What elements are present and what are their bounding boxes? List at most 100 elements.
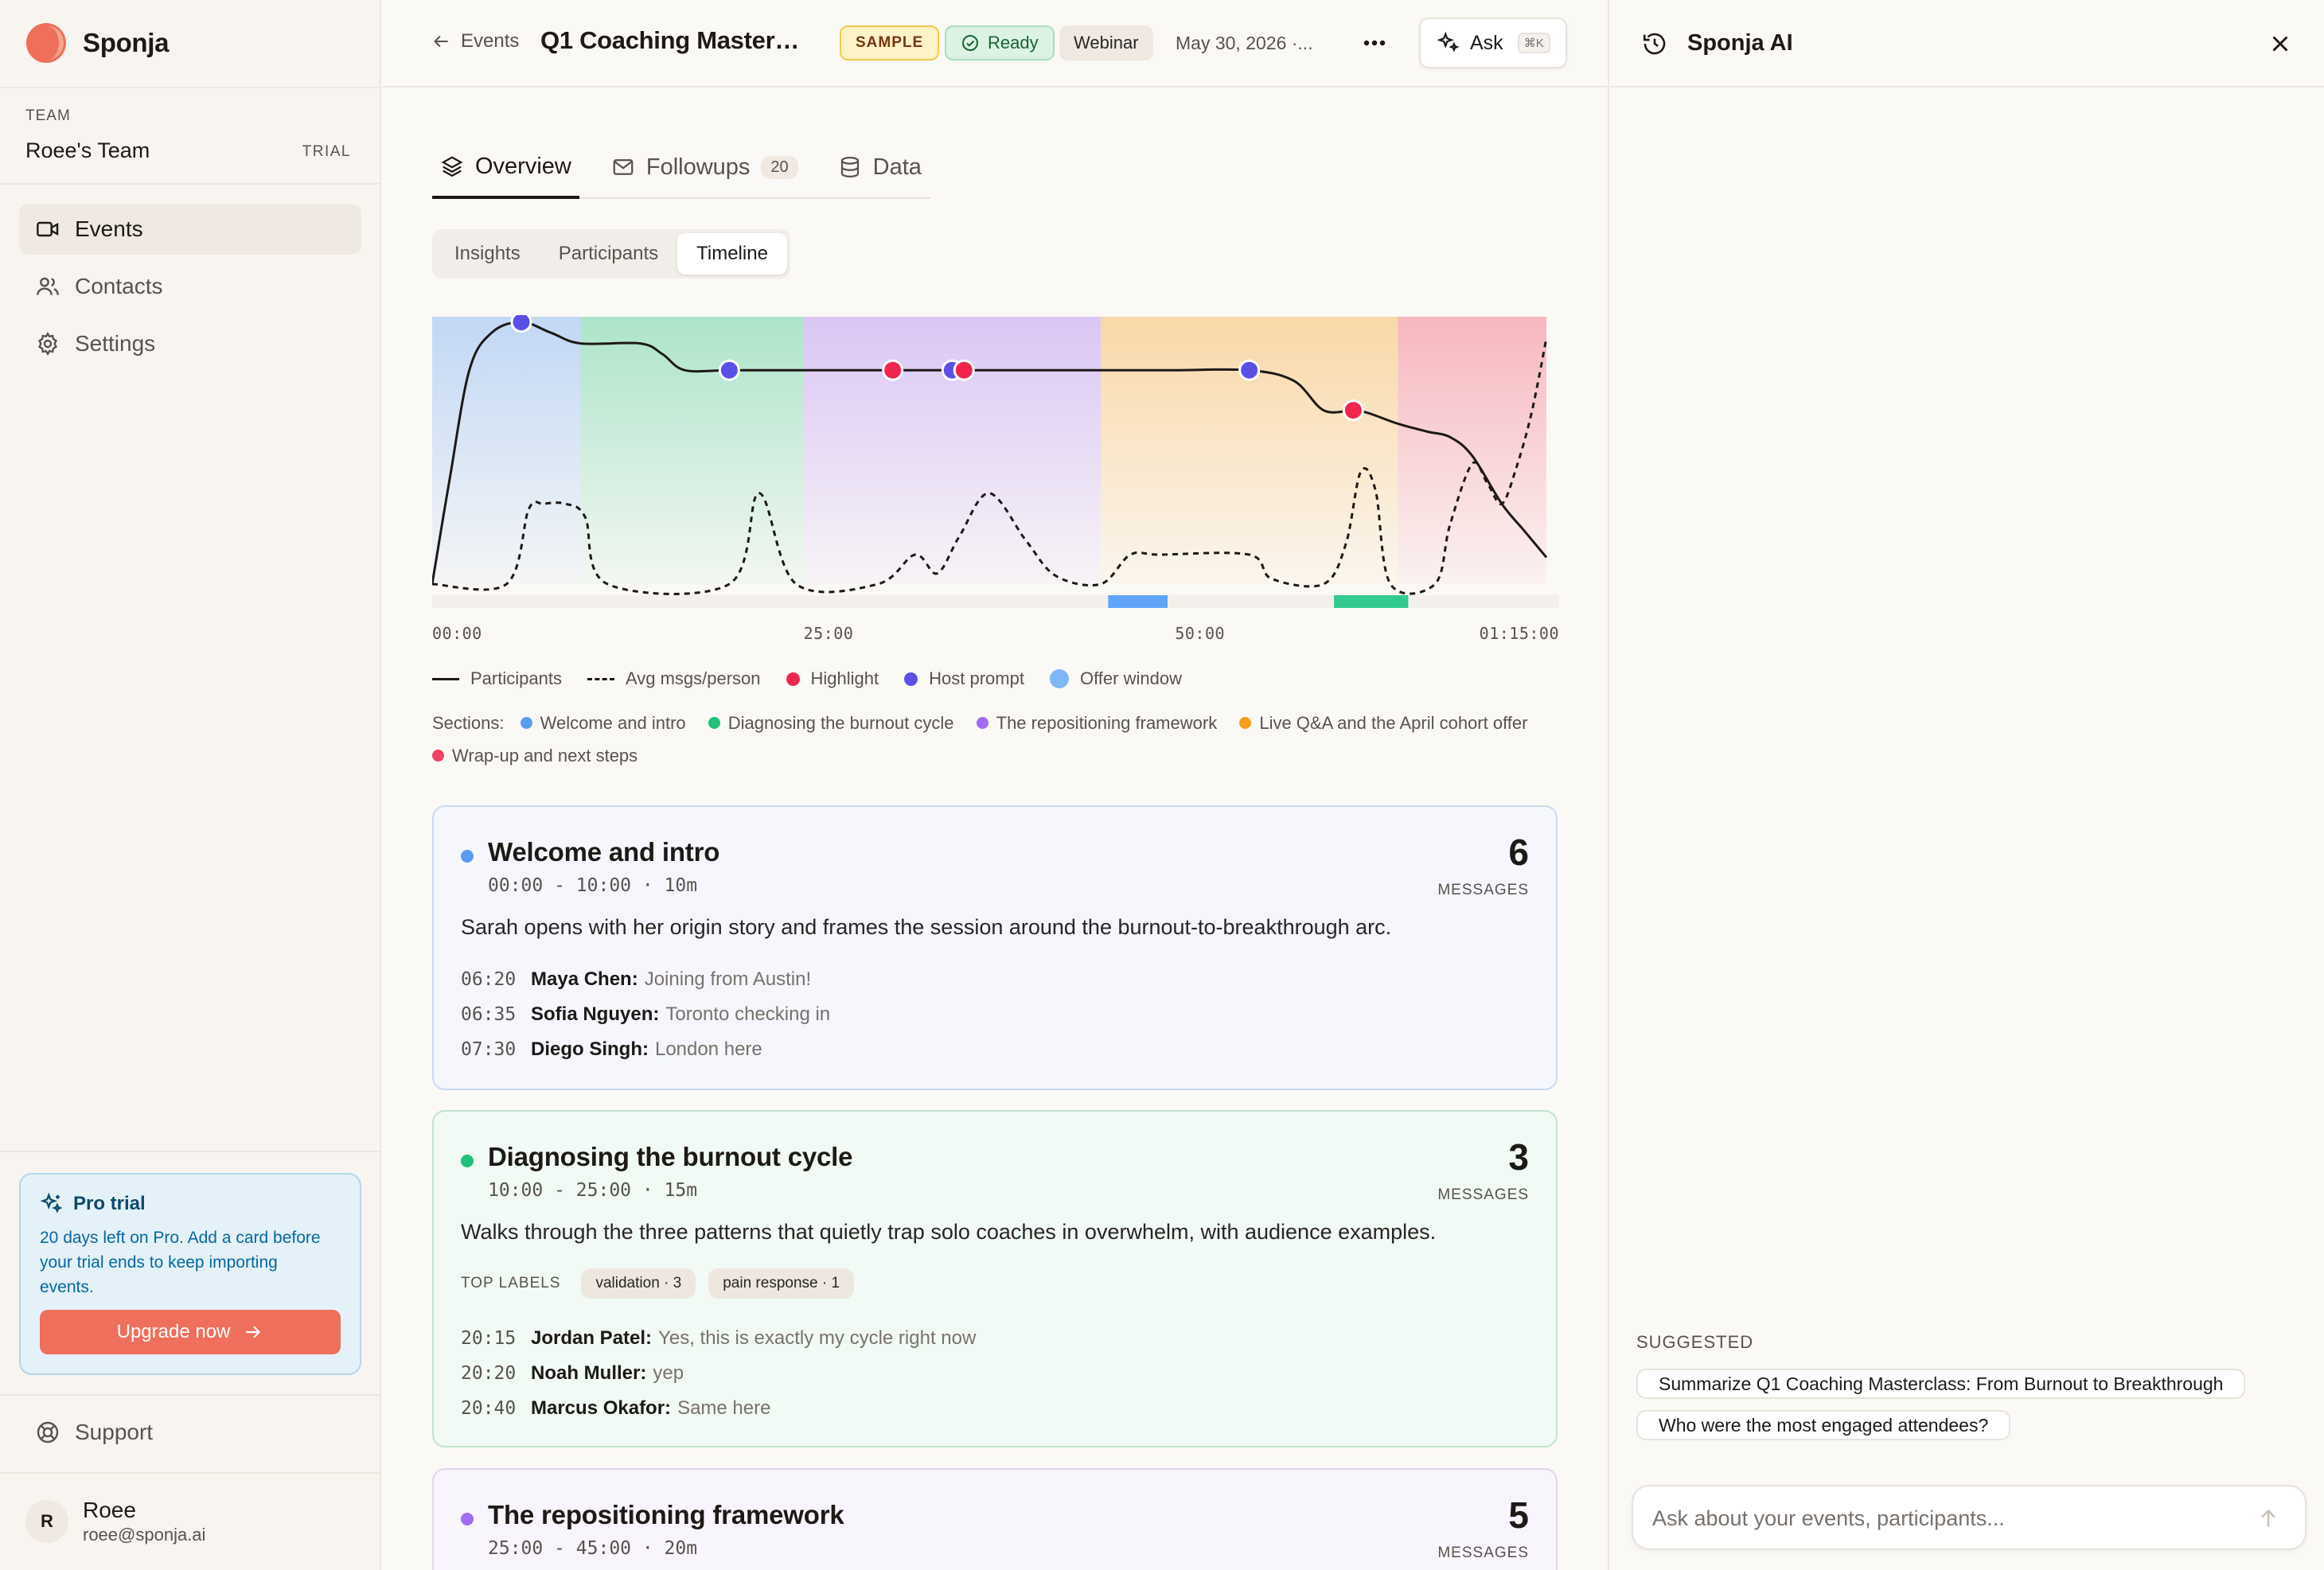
section-card[interactable]: Diagnosing the burnout cycle 10:00 - 25:… [432, 1110, 1558, 1447]
legend-host-prompt: Host prompt [904, 668, 1024, 689]
more-options-icon[interactable] [1359, 29, 1390, 57]
section-message-count: 3 [1508, 1136, 1529, 1178]
section-band [580, 317, 804, 584]
subtab-timeline[interactable]: Timeline [677, 233, 787, 275]
event-header: Events Q1 Coaching Masterclass: From Bur… [383, 0, 1608, 88]
timeline-chart-svg [431, 311, 1559, 608]
arrow-right-icon [246, 1326, 261, 1338]
team-label: TEAM [25, 107, 71, 124]
sidebar-divider [0, 1151, 381, 1152]
top-labels: TOP LABELS validation · 3 pain response … [461, 1268, 1529, 1299]
section-dot [461, 1513, 474, 1525]
chat-message: 06:35 Sofia Nguyen: Toronto checking in [461, 1003, 831, 1025]
sidebar-divider [0, 1472, 381, 1474]
brand[interactable]: Sponja [25, 22, 170, 64]
team-tier: TRIAL [302, 143, 351, 160]
section-legend-item: Wrap-up and next steps [432, 739, 638, 772]
subtab-participants[interactable]: Participants [540, 233, 677, 275]
tab-followups[interactable]: Followups 20 [603, 137, 806, 197]
sidebar-nav: Events Contacts Settings [19, 204, 361, 376]
brand-name: Sponja [83, 28, 170, 57]
section-dot [461, 850, 474, 863]
host-prompt-dot [718, 359, 740, 381]
event-tabs: Overview Followups 20 Data [432, 137, 930, 199]
overview-subtabs: Insights Participants Timeline [432, 229, 790, 279]
status-badge: Ready [945, 25, 1055, 60]
suggestion-chip[interactable]: Summarize Q1 Coaching Masterclass: From … [1636, 1369, 2246, 1399]
ai-panel-header: Sponja AI [1609, 0, 2324, 88]
legend-dot-swatch [904, 672, 918, 686]
pro-trial-card: Pro trial 20 days left on Pro. Add a car… [19, 1173, 361, 1375]
section-legend-item: Live Q&A and the April cohort offer [1239, 707, 1527, 739]
x-tick-label: 01:15:00 [1479, 624, 1559, 643]
section-legend-item: Welcome and intro [520, 707, 686, 739]
sidebar-divider [0, 1394, 381, 1396]
section-description: Sarah opens with her origin story and fr… [461, 915, 1392, 939]
tab-data[interactable]: Data [830, 137, 930, 197]
main-content: Events Q1 Coaching Masterclass: From Bur… [383, 0, 1608, 1570]
section-card[interactable]: The repositioning framework 25:00 - 45:0… [432, 1468, 1558, 1570]
support-link[interactable]: Support [35, 1420, 153, 1445]
section-band [803, 317, 1101, 584]
mail-icon [613, 159, 634, 175]
section-description: Walks through the three patterns that qu… [461, 1220, 1437, 1244]
label-pill[interactable]: validation · 3 [581, 1268, 696, 1299]
user-profile[interactable]: R Roee roee@sponja.ai [25, 1498, 205, 1545]
timeline-chart: 00:00 25:00 50:00 01:15:00 [431, 311, 1562, 643]
team-name[interactable]: Roee's Team [25, 138, 150, 163]
section-dot [520, 717, 532, 729]
sidebar-item-contacts[interactable]: Contacts [19, 261, 361, 312]
close-icon[interactable] [2267, 30, 2294, 57]
sidebar: Sponja TEAM Roee's Team TRIAL Events Con… [0, 0, 381, 1570]
database-icon [840, 157, 859, 178]
sample-badge: SAMPLE [840, 25, 940, 60]
user-email: roee@sponja.ai [83, 1525, 206, 1545]
trial-title: Pro trial [40, 1192, 341, 1216]
back-to-events-link[interactable]: Events [431, 30, 519, 53]
chart-legend: Participants Avg msgs/person Highlight H… [432, 668, 1182, 689]
sections-legend: Sections: Welcome and intro Diagnosing t… [432, 707, 1562, 772]
ask-ai-button[interactable]: Ask ⌘K [1419, 18, 1567, 68]
subtab-insights[interactable]: Insights [435, 233, 540, 275]
sidebar-item-label: Settings [75, 331, 156, 356]
sidebar-divider [0, 183, 381, 185]
section-dot [976, 717, 988, 729]
section-card[interactable]: Welcome and intro 00:00 - 10:00 · 10m 6 … [432, 805, 1558, 1090]
x-tick-label: 00:00 [432, 624, 482, 643]
top-labels-title: TOP LABELS [461, 1275, 561, 1291]
section-title: The repositioning framework [488, 1500, 844, 1529]
history-icon[interactable] [1641, 30, 1668, 57]
highlight-dot [882, 359, 904, 381]
section-dot [432, 750, 444, 762]
sidebar-item-events[interactable]: Events [19, 204, 361, 255]
sponja-logo-icon [26, 23, 66, 63]
sidebar-item-label: Contacts [75, 274, 163, 298]
chat-message: 06:20 Maya Chen: Joining from Austin! [461, 968, 812, 990]
legend-dot-swatch [786, 672, 800, 686]
section-time-range: 25:00 - 45:00 · 20m [488, 1538, 698, 1559]
chat-message: 20:15 Jordan Patel: Yes, this is exactly m… [461, 1327, 977, 1349]
section-message-count: 6 [1508, 832, 1529, 873]
followups-count: 20 [761, 155, 798, 179]
offer-window-bar [1334, 595, 1409, 608]
sidebar-item-settings[interactable]: Settings [19, 318, 361, 369]
arrow-left-icon [434, 35, 448, 48]
send-arrow-up-icon[interactable] [2256, 1506, 2281, 1531]
section-band [1101, 317, 1398, 584]
x-tick-label: 25:00 [803, 624, 854, 643]
video-icon [37, 221, 59, 237]
ai-panel: Sponja AI SUGGESTED Summarize Q1 Coachin… [1608, 0, 2324, 1570]
sidebar-item-label: Events [75, 216, 143, 241]
label-pill[interactable]: pain response · 1 [708, 1268, 855, 1299]
ai-chat-input[interactable] [1652, 1501, 2241, 1536]
suggestion-chip[interactable]: Who were the most engaged attendees? [1636, 1410, 2011, 1440]
host-prompt-dot [1238, 359, 1261, 381]
section-message-count: 5 [1508, 1494, 1529, 1536]
tab-overview[interactable]: Overview [432, 137, 579, 199]
app-window: Sponja TEAM Roee's Team TRIAL Events Con… [0, 0, 2324, 1570]
offer-window-bar [1108, 595, 1168, 608]
section-dot [1239, 717, 1252, 729]
section-time-range: 00:00 - 10:00 · 10m [488, 875, 698, 896]
upgrade-now-button[interactable]: Upgrade now [40, 1310, 341, 1354]
host-prompt-dot [510, 311, 532, 333]
